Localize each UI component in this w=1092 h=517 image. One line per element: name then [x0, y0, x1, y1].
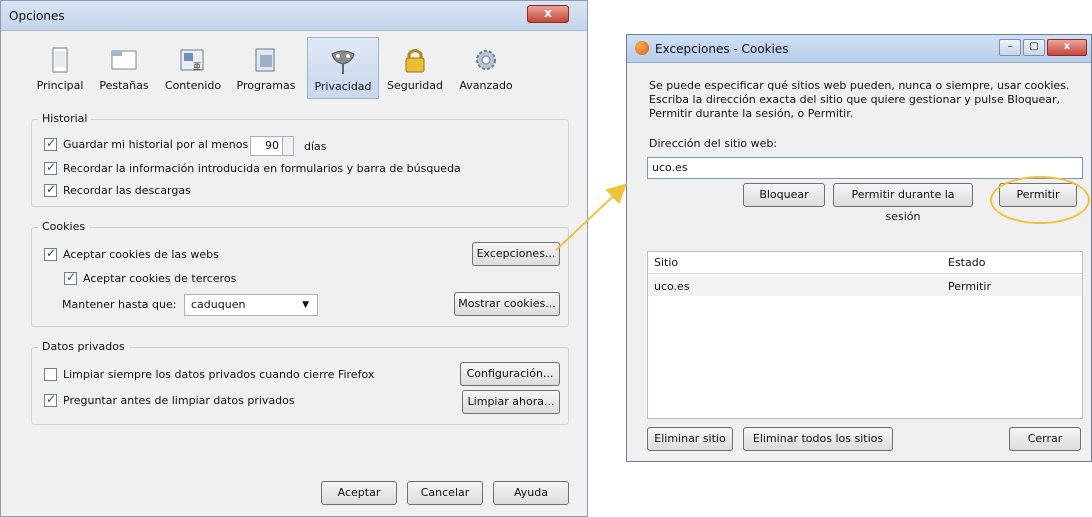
annotation-arrow	[555, 183, 627, 251]
